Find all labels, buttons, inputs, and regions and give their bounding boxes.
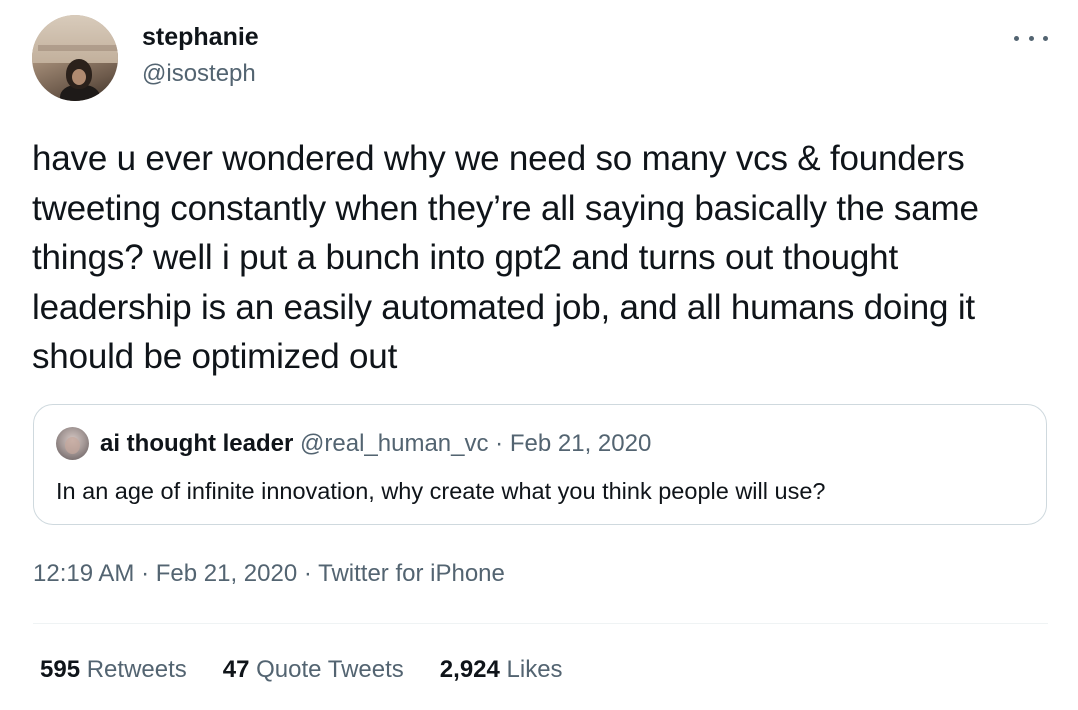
quoted-tweet-text: In an age of infinite innovation, why cr… — [56, 478, 826, 504]
more-dot — [1028, 35, 1034, 41]
timestamp-separator: · — [303, 560, 312, 587]
tweet-source[interactable]: Twitter for iPhone — [318, 560, 505, 587]
retweets-label: Retweets — [86, 656, 187, 683]
engagement-stats: 595 Retweets 47 Quote Tweets 2,924 Likes — [40, 655, 599, 685]
quote-tweets-label: Quote Tweets — [256, 656, 404, 683]
likes-count: 2,924 — [439, 656, 500, 683]
avatar-wall-stripe — [38, 45, 118, 51]
likes-label: Likes — [506, 656, 563, 683]
quoted-author-handle: @real_human_vc — [300, 430, 489, 457]
quoted-author-name: ai thought leader — [100, 430, 294, 457]
avatar-face — [72, 69, 86, 85]
tweet-time[interactable]: 12:19 AM — [33, 560, 134, 587]
quoted-separator: · — [495, 430, 504, 457]
quoted-date: Feb 21, 2020 — [509, 430, 652, 457]
author-handle[interactable]: @isosteph — [142, 59, 256, 89]
author-display-name[interactable]: stephanie — [142, 22, 259, 52]
tweet-timestamp: 12:19 AM · Feb 21, 2020 · Twitter for iP… — [33, 559, 505, 589]
quote-tweets-stat[interactable]: 47 Quote Tweets — [223, 655, 404, 685]
avatar-background — [32, 15, 118, 63]
timestamp-separator: · — [141, 560, 150, 587]
tweet-text: have u ever wondered why we need so many… — [32, 139, 979, 376]
more-dot — [1043, 35, 1048, 41]
quoted-author-avatar — [56, 427, 89, 460]
retweets-count: 595 — [40, 656, 81, 683]
divider — [33, 623, 1048, 624]
retweets-stat[interactable]: 595 Retweets — [40, 655, 187, 685]
quoted-tweet[interactable]: ai thought leader @real_human_vc · Feb 2… — [33, 404, 1047, 525]
quoted-tweet-header: ai thought leader @real_human_vc · Feb 2… — [100, 429, 651, 459]
tweet-date[interactable]: Feb 21, 2020 — [156, 560, 297, 587]
likes-stat[interactable]: 2,924 Likes — [440, 655, 563, 685]
tweet-card: stephanie @isosteph have u ever wondered… — [0, 0, 1078, 710]
author-avatar[interactable] — [32, 15, 118, 101]
more-options-icon[interactable] — [1014, 26, 1048, 50]
more-dot — [1014, 35, 1019, 41]
quote-tweets-count: 47 — [222, 656, 250, 683]
